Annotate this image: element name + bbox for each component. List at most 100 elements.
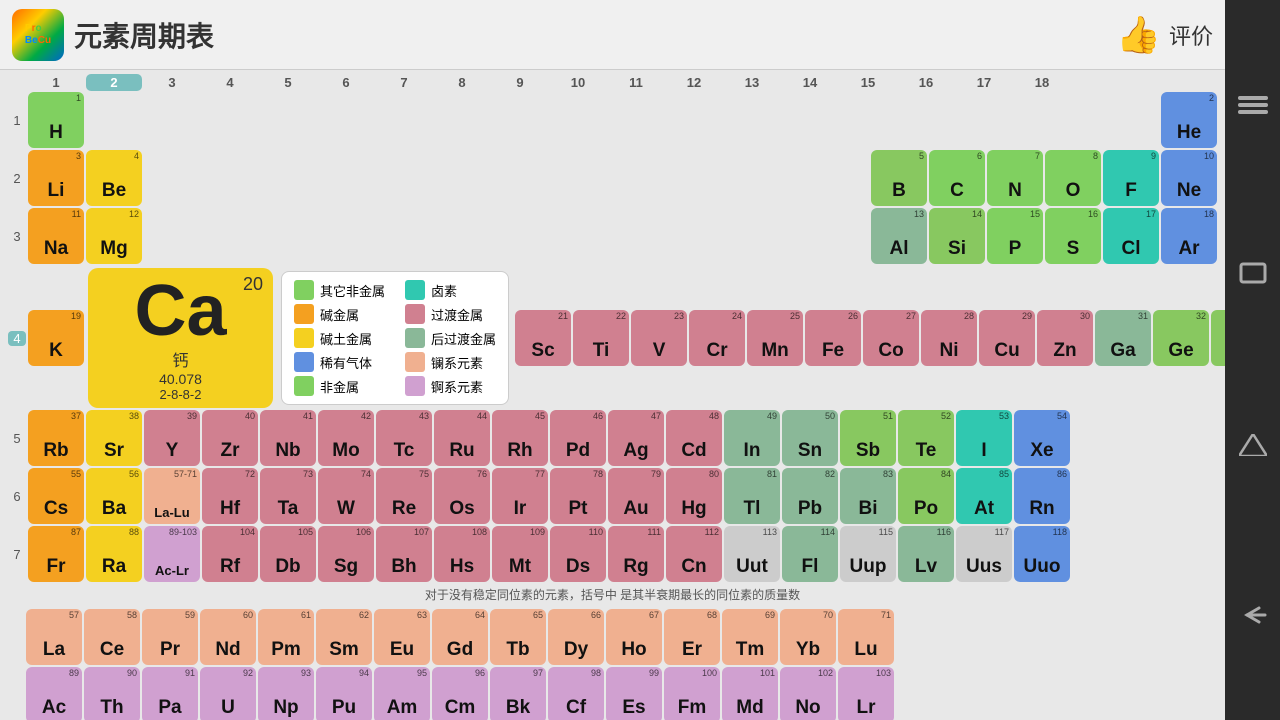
element-Au[interactable]: 79Au <box>608 468 664 524</box>
element-Ag[interactable]: 47Ag <box>608 410 664 466</box>
element-Y[interactable]: 39Y <box>144 410 200 466</box>
element-At[interactable]: 85At <box>956 468 1012 524</box>
element-Sg[interactable]: 106Sg <box>318 526 374 582</box>
element-Lu[interactable]: 71Lu <box>838 609 894 665</box>
element-Cd[interactable]: 48Cd <box>666 410 722 466</box>
element-Rf[interactable]: 104Rf <box>202 526 258 582</box>
element-Yb[interactable]: 70Yb <box>780 609 836 665</box>
element-Nb[interactable]: 41Nb <box>260 410 316 466</box>
element-Ca-featured[interactable]: 20 Ca 钙 40.078 2-8-8-2 <box>88 268 273 408</box>
element-Cs[interactable]: 55Cs <box>28 468 84 524</box>
element-Ni[interactable]: 28Ni <box>921 310 977 366</box>
element-Mg[interactable]: 12Mg <box>86 208 142 264</box>
element-Bk[interactable]: 97Bk <box>490 667 546 720</box>
element-N[interactable]: 7N <box>987 150 1043 206</box>
element-Er[interactable]: 68Er <box>664 609 720 665</box>
element-Ac[interactable]: 89Ac <box>26 667 82 720</box>
element-H[interactable]: 1H <box>28 92 84 148</box>
element-Lr[interactable]: 103Lr <box>838 667 894 720</box>
element-Os[interactable]: 76Os <box>434 468 490 524</box>
element-Gd[interactable]: 64Gd <box>432 609 488 665</box>
element-Md[interactable]: 101Md <box>722 667 778 720</box>
element-Cn[interactable]: 112Cn <box>666 526 722 582</box>
element-Am[interactable]: 95Am <box>374 667 430 720</box>
element-Co[interactable]: 27Co <box>863 310 919 366</box>
element-Ba[interactable]: 56Ba <box>86 468 142 524</box>
element-S[interactable]: 16S <box>1045 208 1101 264</box>
element-Re[interactable]: 75Re <box>376 468 432 524</box>
element-Ho[interactable]: 67Ho <box>606 609 662 665</box>
element-Ds[interactable]: 110Ds <box>550 526 606 582</box>
nav-menu-icon[interactable] <box>1233 425 1273 465</box>
element-Pb[interactable]: 82Pb <box>782 468 838 524</box>
element-Sn[interactable]: 50Sn <box>782 410 838 466</box>
element-Fm[interactable]: 100Fm <box>664 667 720 720</box>
element-Mt[interactable]: 109Mt <box>492 526 548 582</box>
element-Rb[interactable]: 37Rb <box>28 410 84 466</box>
element-Lv[interactable]: 116Lv <box>898 526 954 582</box>
rate-label[interactable]: 评价 <box>1169 19 1213 51</box>
element-Bi[interactable]: 83Bi <box>840 468 896 524</box>
element-Si[interactable]: 14Si <box>929 208 985 264</box>
element-Ge[interactable]: 32Ge <box>1153 310 1209 366</box>
element-Pr[interactable]: 59Pr <box>142 609 198 665</box>
element-Be[interactable]: 4Be <box>86 150 142 206</box>
element-La-Lu[interactable]: 57-71La-Lu <box>144 468 200 524</box>
nav-back2-icon[interactable] <box>1233 595 1273 635</box>
element-Db[interactable]: 105Db <box>260 526 316 582</box>
element-B[interactable]: 5B <box>871 150 927 206</box>
element-Eu[interactable]: 63Eu <box>374 609 430 665</box>
element-Sc[interactable]: 21Sc <box>515 310 571 366</box>
element-Bh[interactable]: 107Bh <box>376 526 432 582</box>
element-I[interactable]: 53I <box>956 410 1012 466</box>
element-Sm[interactable]: 62Sm <box>316 609 372 665</box>
element-C[interactable]: 6C <box>929 150 985 206</box>
element-Ne[interactable]: 10Ne <box>1161 150 1217 206</box>
element-Uup[interactable]: 115Uup <box>840 526 896 582</box>
element-Tb[interactable]: 65Tb <box>490 609 546 665</box>
element-P[interactable]: 15P <box>987 208 1043 264</box>
element-Ce[interactable]: 58Ce <box>84 609 140 665</box>
element-Al[interactable]: 13Al <box>871 208 927 264</box>
element-Tl[interactable]: 81Tl <box>724 468 780 524</box>
element-Fl[interactable]: 114Fl <box>782 526 838 582</box>
element-Th[interactable]: 90Th <box>84 667 140 720</box>
element-W[interactable]: 74W <box>318 468 374 524</box>
element-Mo[interactable]: 42Mo <box>318 410 374 466</box>
element-Ac-Lr[interactable]: 89-103Ac-Lr <box>144 526 200 582</box>
element-Pt[interactable]: 78Pt <box>550 468 606 524</box>
element-Es[interactable]: 99Es <box>606 667 662 720</box>
thumbs-up-icon[interactable]: 👍 <box>1116 14 1161 56</box>
element-Cr[interactable]: 24Cr <box>689 310 745 366</box>
element-In[interactable]: 49In <box>724 410 780 466</box>
header-right[interactable]: 👍 评价 <box>1116 14 1213 56</box>
element-Pd[interactable]: 46Pd <box>550 410 606 466</box>
element-Hg[interactable]: 80Hg <box>666 468 722 524</box>
element-Cu[interactable]: 29Cu <box>979 310 1035 366</box>
element-Ta[interactable]: 73Ta <box>260 468 316 524</box>
element-Rn[interactable]: 86Rn <box>1014 468 1070 524</box>
element-Ti[interactable]: 22Ti <box>573 310 629 366</box>
element-Pm[interactable]: 61Pm <box>258 609 314 665</box>
element-Hf[interactable]: 72Hf <box>202 468 258 524</box>
element-Cl[interactable]: 17Cl <box>1103 208 1159 264</box>
element-Ar[interactable]: 18Ar <box>1161 208 1217 264</box>
element-Li[interactable]: 3Li <box>28 150 84 206</box>
element-Na[interactable]: 11Na <box>28 208 84 264</box>
element-Rh[interactable]: 45Rh <box>492 410 548 466</box>
element-Pu[interactable]: 94Pu <box>316 667 372 720</box>
element-Pa[interactable]: 91Pa <box>142 667 198 720</box>
element-He[interactable]: 2He <box>1161 92 1217 148</box>
element-Hs[interactable]: 108Hs <box>434 526 490 582</box>
element-As[interactable]: 33As <box>1211 310 1225 366</box>
element-La[interactable]: 57La <box>26 609 82 665</box>
element-Mn[interactable]: 25Mn <box>747 310 803 366</box>
element-Fr[interactable]: 87Fr <box>28 526 84 582</box>
element-Xe[interactable]: 54Xe <box>1014 410 1070 466</box>
element-Rg[interactable]: 111Rg <box>608 526 664 582</box>
element-Np[interactable]: 93Np <box>258 667 314 720</box>
element-No[interactable]: 102No <box>780 667 836 720</box>
element-Dy[interactable]: 66Dy <box>548 609 604 665</box>
element-Ir[interactable]: 77Ir <box>492 468 548 524</box>
element-Cm[interactable]: 96Cm <box>432 667 488 720</box>
